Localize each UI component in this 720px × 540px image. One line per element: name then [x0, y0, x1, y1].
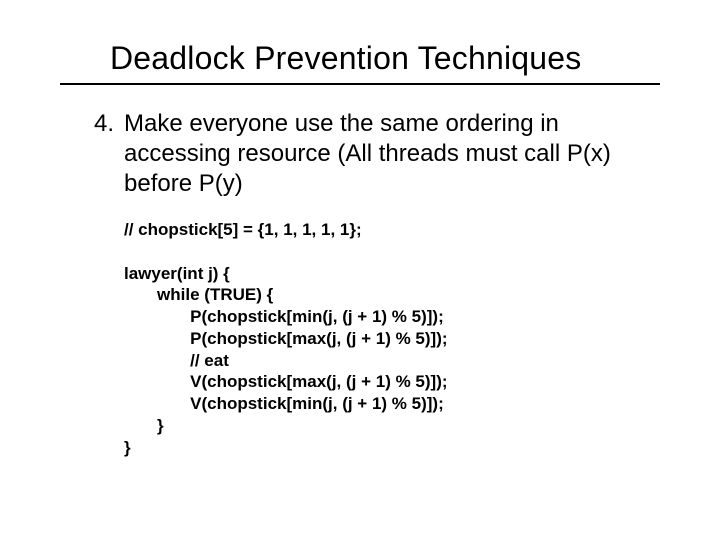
- code-line: }: [124, 438, 131, 457]
- code-line: // chopstick[5] = {1, 1, 1, 1, 1};: [124, 220, 362, 239]
- code-line: // eat: [124, 351, 229, 370]
- code-block: // chopstick[5] = {1, 1, 1, 1, 1}; lawye…: [124, 219, 660, 458]
- code-line: while (TRUE) {: [124, 285, 273, 304]
- code-line: P(chopstick[min(j, (j + 1) % 5)]);: [124, 307, 444, 326]
- code-line: V(chopstick[min(j, (j + 1) % 5)]);: [124, 394, 444, 413]
- code-line: lawyer(int j) {: [124, 264, 230, 283]
- slide: Deadlock Prevention Techniques 4. Make e…: [0, 0, 720, 540]
- code-line: P(chopstick[max(j, (j + 1) % 5)]);: [124, 329, 448, 348]
- list-number: 4.: [66, 109, 124, 199]
- list-item: 4. Make everyone use the same ordering i…: [66, 109, 660, 199]
- slide-title: Deadlock Prevention Techniques: [110, 40, 660, 77]
- code-line: V(chopstick[max(j, (j + 1) % 5)]);: [124, 372, 448, 391]
- title-underline: [60, 83, 660, 85]
- code-line: }: [124, 416, 164, 435]
- list-text: Make everyone use the same ordering in a…: [124, 109, 660, 199]
